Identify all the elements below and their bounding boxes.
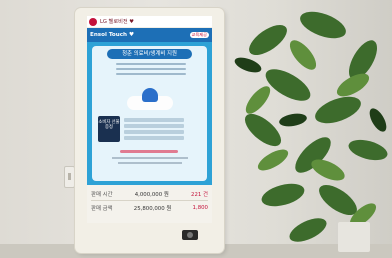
screen-brand: Ensol Touch ♥ — [90, 32, 134, 38]
sales-row-value: 25,800,000 원 — [133, 206, 172, 212]
gift-promo-box: 소비자 선물 증정 — [98, 116, 120, 142]
sales-row-label: 판매 시간 — [91, 192, 113, 198]
promo-panel: 청춘 의료비/생계비 지원 소비자 선물 증정 — [92, 46, 207, 181]
heart-cloud-illustration — [127, 86, 173, 112]
kiosk-logo-bar: LG 헬로비전 ♥ — [87, 16, 212, 27]
sales-row-value: 4,000,000 원 — [134, 192, 169, 198]
sales-row-label: 판매 금액 — [91, 206, 113, 212]
brand-logo-icon — [89, 17, 97, 26]
plant-pot — [338, 222, 370, 252]
kiosk-logo-text: LG 헬로비전 ♥ — [100, 19, 134, 25]
panel-title: 청춘 의료비/생계비 지원 — [107, 49, 192, 59]
screen-header: Ensol Touch ♥ 교육제공 — [87, 28, 212, 42]
highlight-line — [120, 150, 178, 153]
wall-outlet — [64, 166, 75, 188]
sales-row: 판매 시간 4,000,000 원 221 건 — [91, 190, 208, 198]
heart-icon — [142, 88, 158, 102]
sales-row-extra: 1,800 — [192, 205, 208, 211]
kiosk-stand: LG 헬로비전 ♥ Ensol Touch ♥ 교육제공 청춘 의료비/생계비 … — [75, 8, 224, 253]
screen-badge: 교육제공 — [189, 32, 209, 38]
card-scanner[interactable] — [182, 230, 198, 240]
potted-plant — [234, 11, 388, 242]
footnote-line — [112, 157, 188, 159]
panel-description — [116, 63, 186, 78]
sales-info: 판매 시간 4,000,000 원 221 건 판매 금액 25,800,000… — [87, 185, 212, 223]
promo-list — [124, 118, 184, 142]
footnote-line — [118, 162, 182, 164]
divider — [91, 200, 208, 201]
sales-row: 판매 금액 25,800,000 원 1,800 — [91, 204, 208, 212]
sales-row-extra: 221 건 — [191, 192, 208, 198]
